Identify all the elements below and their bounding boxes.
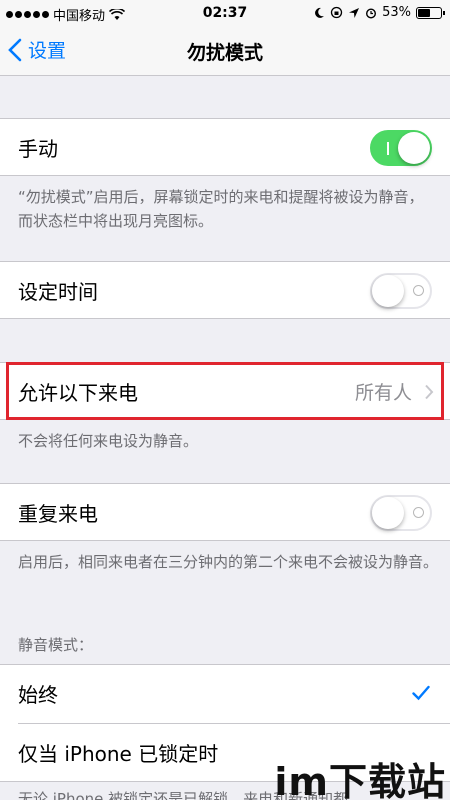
scheduled-label: 设定时间 (18, 280, 98, 304)
moon-icon (315, 7, 325, 18)
battery-percentage: 53% (382, 5, 411, 20)
scheduled-row: 设定时间 (0, 261, 450, 319)
checkmark-icon (412, 685, 430, 701)
allow-calls-footer: 不会将任何来电设为静音。 (18, 432, 199, 450)
manual-toggle[interactable] (370, 130, 432, 166)
watermark: im下载站 (274, 760, 446, 800)
repeated-calls-footer: 启用后，相同来电者在三分钟内的第二个来电不会被设为静音。 (18, 553, 439, 571)
page-title: 勿扰模式 (186, 42, 263, 64)
manual-footer: “勿扰模式”启用后，屏幕锁定时的来电和提醒将被设为静音，而状态栏中将出现月亮图标… (18, 188, 424, 230)
silence-option-label: 始终 (18, 683, 58, 707)
repeated-calls-toggle[interactable] (370, 495, 432, 531)
battery-icon (416, 6, 445, 19)
status-bar: 中国移动 02:37 53% (0, 0, 450, 26)
location-icon (349, 7, 360, 18)
highlight-box (6, 362, 444, 420)
navigation-bar: 设置 勿扰模式 (0, 26, 450, 76)
repeated-calls-row: 重复来电 (0, 483, 450, 541)
manual-row: 手动 (0, 118, 450, 176)
silence-header: 静音模式： (18, 636, 94, 654)
silence-option-label: 仅当 iPhone 已锁定时 (18, 742, 219, 766)
orientation-lock-icon (330, 6, 343, 19)
silence-option-always[interactable]: 始终 (0, 665, 450, 723)
repeated-calls-label: 重复来电 (18, 502, 98, 526)
alarm-icon (366, 7, 377, 19)
scheduled-toggle[interactable] (370, 273, 432, 309)
manual-label: 手动 (18, 137, 58, 161)
